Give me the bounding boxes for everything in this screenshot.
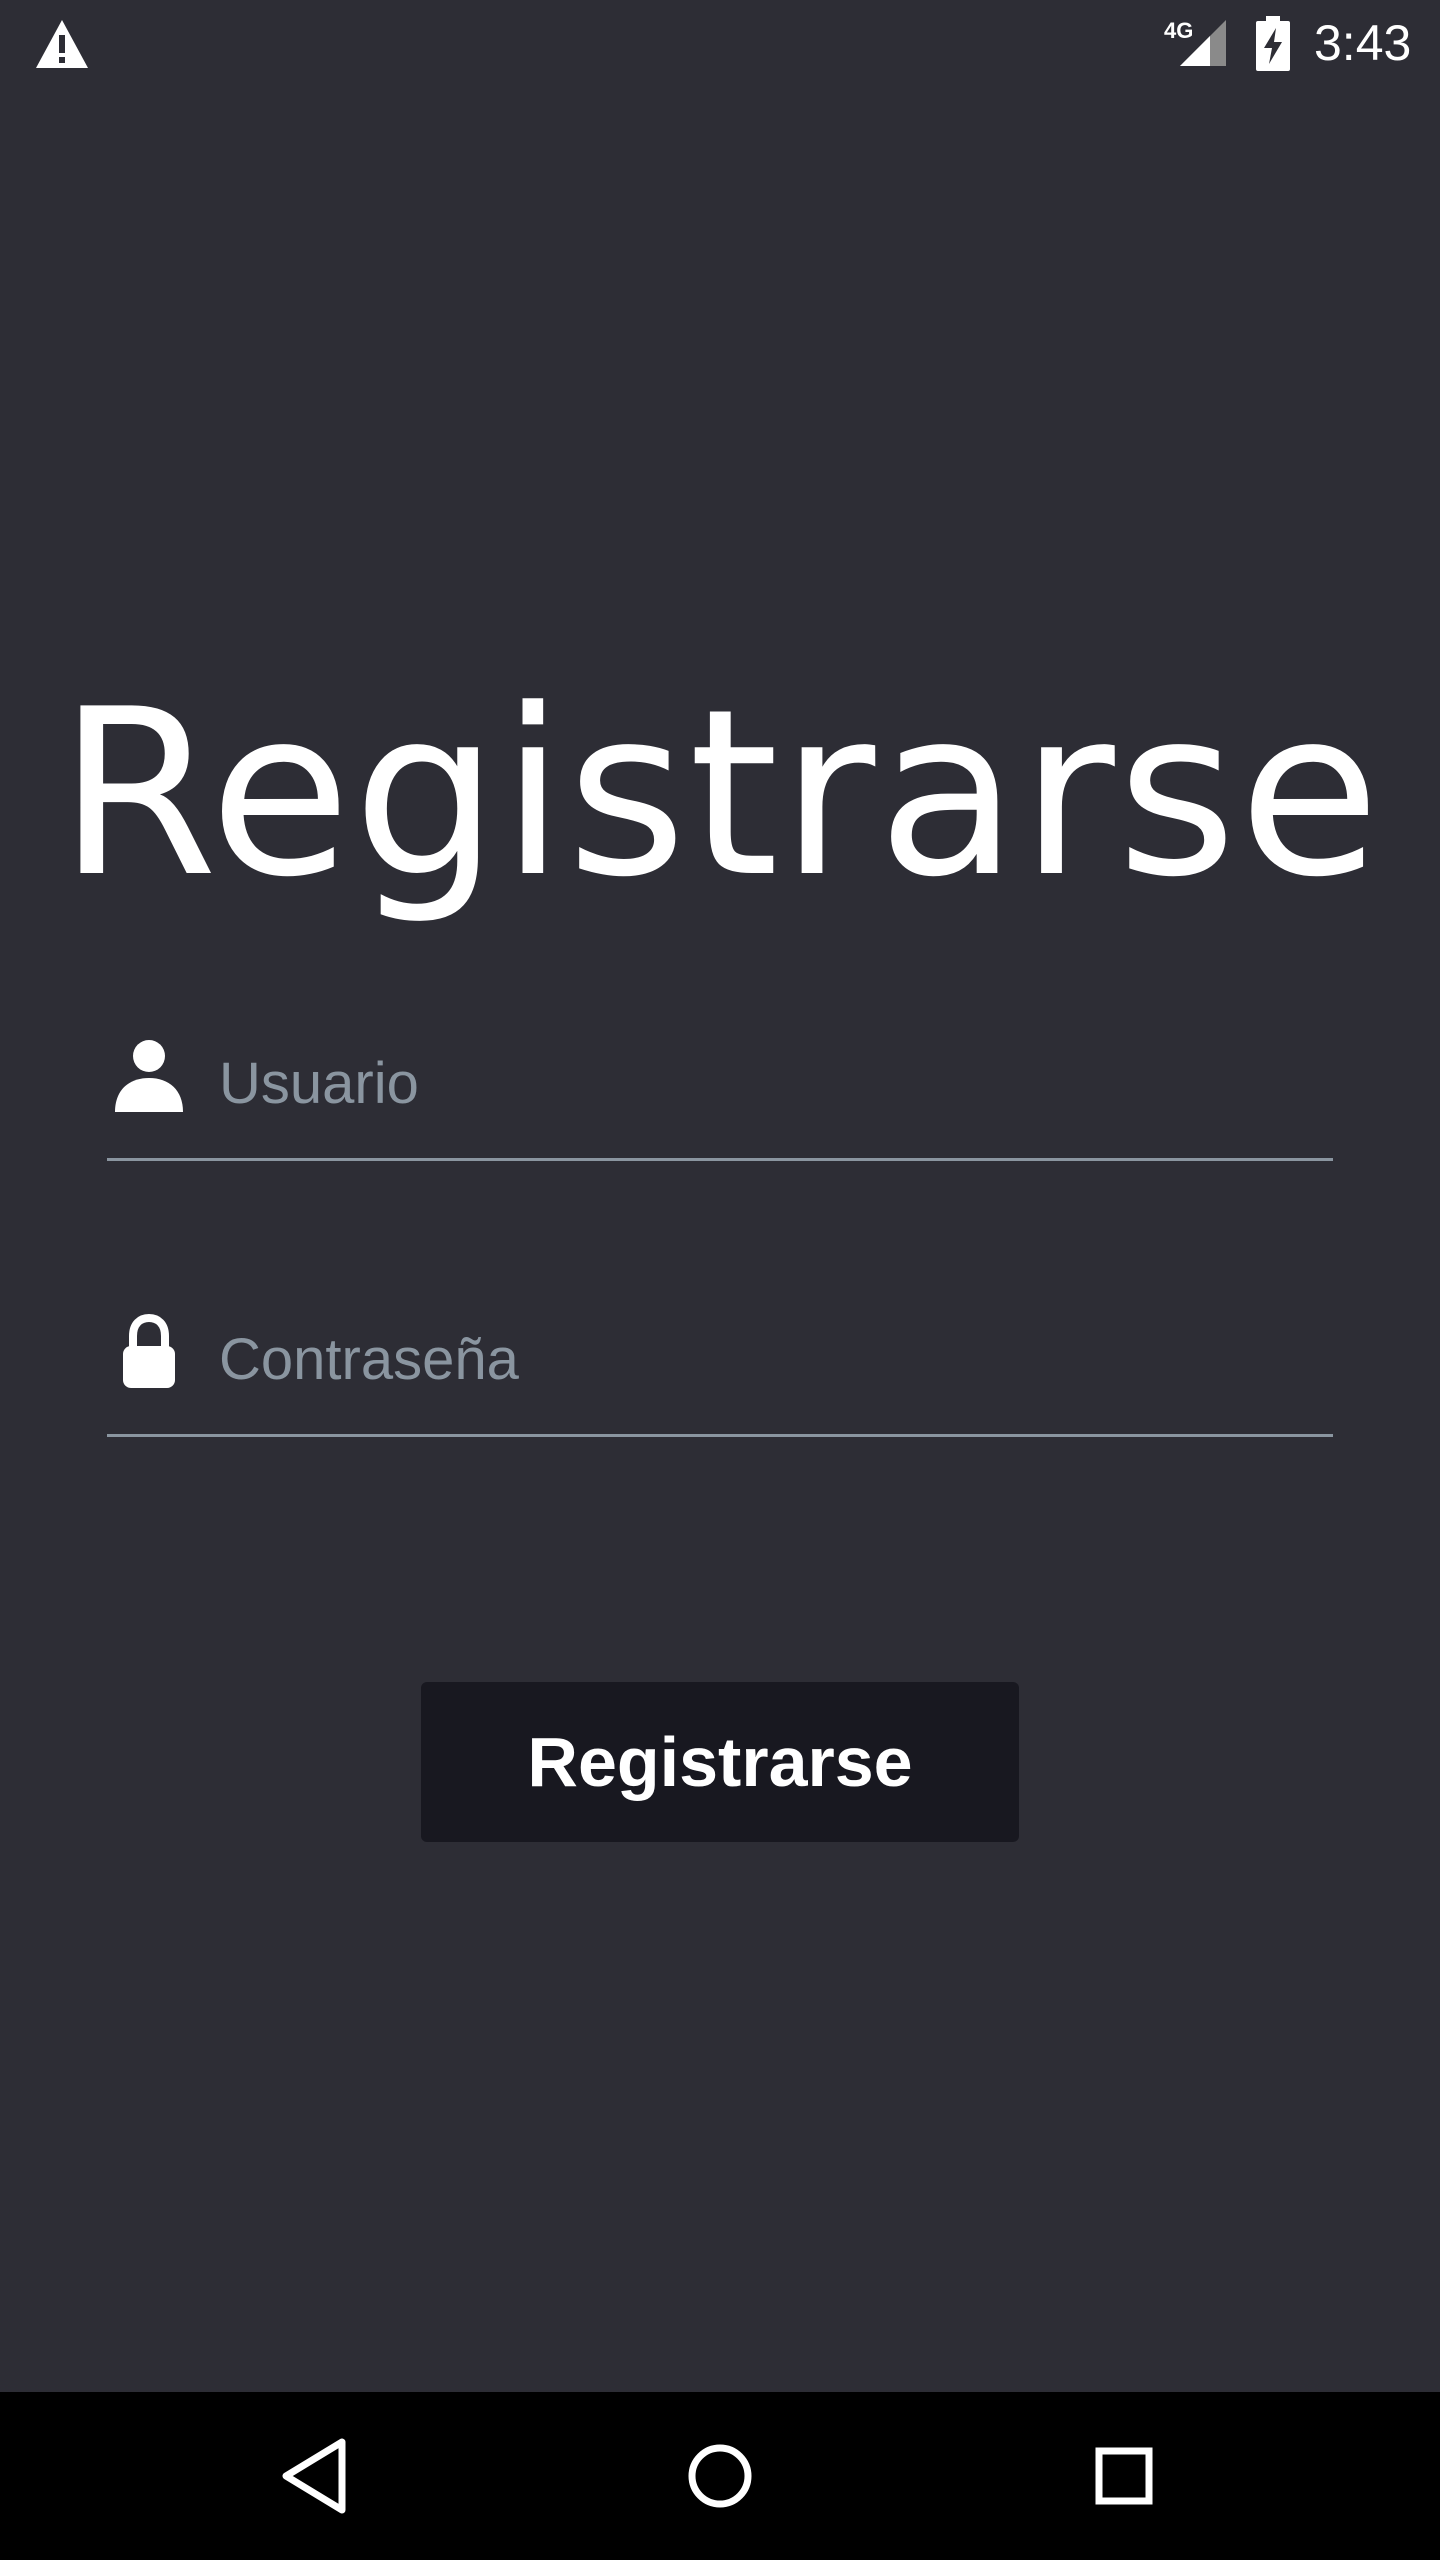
back-icon[interactable] bbox=[266, 2426, 366, 2526]
navigation-bar bbox=[0, 2392, 1440, 2560]
battery-charging-icon bbox=[1256, 16, 1290, 71]
person-icon bbox=[115, 1040, 183, 1112]
signal-icon bbox=[1180, 20, 1226, 66]
recents-icon[interactable] bbox=[1074, 2426, 1174, 2526]
status-bar: 4G 3:43 bbox=[0, 0, 1440, 92]
username-field bbox=[107, 1038, 1333, 1161]
password-field bbox=[107, 1314, 1333, 1437]
page-title: Registrarse bbox=[57, 661, 1383, 928]
register-button[interactable]: Registrarse bbox=[421, 1682, 1019, 1842]
warning-icon bbox=[36, 20, 88, 68]
password-input[interactable] bbox=[219, 1314, 1319, 1404]
home-icon[interactable] bbox=[670, 2426, 770, 2526]
status-clock: 3:43 bbox=[1314, 15, 1412, 71]
lock-icon bbox=[123, 1314, 175, 1388]
username-input[interactable] bbox=[219, 1038, 1319, 1128]
